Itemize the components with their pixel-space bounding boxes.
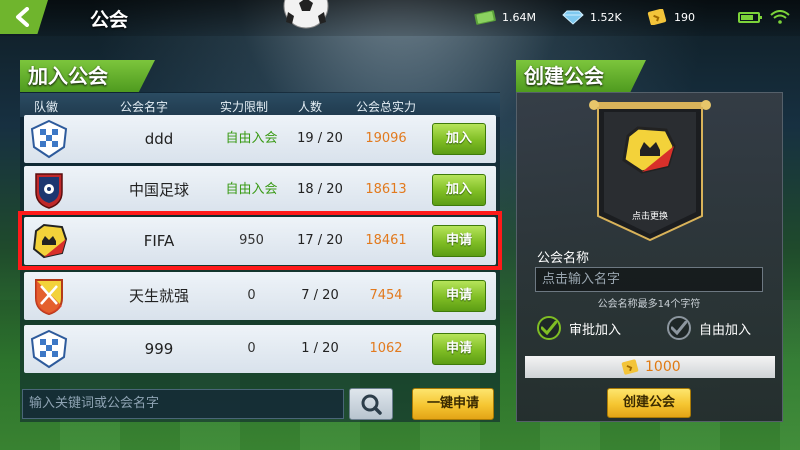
top-bar: 公会 1.64M 1.52K 190 xyxy=(0,0,800,36)
create-cost: 1000 xyxy=(620,356,681,378)
search-input[interactable]: 输入关键词或公会名字 xyxy=(22,389,344,419)
power-limit: 自由入会 xyxy=(225,131,278,146)
col-members: 人数 xyxy=(298,100,323,114)
col-guild-name: 公会名字 xyxy=(120,100,169,114)
guild-name-hint: 公会名称最多14个字符 xyxy=(597,299,701,310)
create-guild-button[interactable]: 创建公会 xyxy=(607,388,691,418)
guild-name-input[interactable]: 点击输入名字 xyxy=(535,267,763,292)
member-count: 19 / 20 xyxy=(297,131,343,146)
total-power: 1062 xyxy=(369,341,403,356)
create-guild-title: 创建公会 xyxy=(516,60,646,92)
guild-row[interactable]: 999 0 1 / 20 1062 申请 xyxy=(24,325,496,373)
one-key-apply-button[interactable]: 一键申请 xyxy=(412,388,494,420)
guild-row[interactable]: 天生就强 0 7 / 20 7454 申请 xyxy=(24,272,496,320)
checkmark-icon[interactable] xyxy=(667,316,691,340)
power-limit: 0 xyxy=(247,288,256,303)
navy-red-shield-badge xyxy=(35,173,63,209)
change-emblem-hint: 点击更换 xyxy=(631,212,668,222)
diamond-icon xyxy=(562,10,584,25)
ticket-value: 190 xyxy=(674,10,695,24)
cash-value: 1.64M xyxy=(502,10,536,24)
guild-list-header: 队徽 公会名字 实力限制 人数 公会总实力 xyxy=(20,93,500,117)
search-button[interactable] xyxy=(349,388,393,420)
apply-button[interactable]: 申请 xyxy=(432,280,486,312)
battery-icon xyxy=(738,11,762,23)
cash-resource: 1.64M xyxy=(474,9,536,25)
cost-value: 1000 xyxy=(645,359,681,375)
apply-button[interactable]: 申请 xyxy=(432,333,486,365)
member-count: 7 / 20 xyxy=(301,288,339,303)
diamond-resource: 1.52K xyxy=(562,9,622,25)
back-button[interactable] xyxy=(0,0,48,34)
guild-name: 999 xyxy=(144,340,174,358)
diamond-value: 1.52K xyxy=(590,10,622,24)
page-title: 公会 xyxy=(90,9,129,31)
ticket-icon xyxy=(647,9,667,25)
back-arrow-icon xyxy=(16,7,29,27)
ticket-icon xyxy=(621,359,639,375)
col-total-power: 公会总实力 xyxy=(356,100,417,114)
join-button[interactable]: 加入 xyxy=(432,123,486,155)
cash-icon xyxy=(474,10,496,25)
ticket-resource: 190 xyxy=(646,9,695,25)
guild-emblem-banner[interactable] xyxy=(588,98,712,244)
member-count: 18 / 20 xyxy=(297,182,343,197)
join-button[interactable]: 加入 xyxy=(432,174,486,206)
col-power-limit: 实力限制 xyxy=(220,100,269,114)
free-join-label: 自由加入 xyxy=(699,322,752,338)
selected-row-highlight xyxy=(18,211,502,270)
guild-row[interactable]: 中国足球 自由入会 18 / 20 18613 加入 xyxy=(24,166,496,214)
search-icon xyxy=(361,394,382,415)
join-guild-title: 加入公会 xyxy=(20,60,155,92)
soccer-ball-icon xyxy=(283,0,329,29)
wifi-icon xyxy=(770,10,790,24)
total-power: 7454 xyxy=(369,288,403,303)
approval-join-option[interactable]: 审批加入 xyxy=(537,316,621,340)
total-power: 18613 xyxy=(365,182,407,197)
crossed-swords-badge xyxy=(35,279,63,316)
guild-name: 中国足球 xyxy=(128,181,189,199)
total-power: 19096 xyxy=(365,131,407,146)
col-badge: 队徽 xyxy=(34,100,59,114)
power-limit: 0 xyxy=(247,341,256,356)
guild-name-label: 公会名称 xyxy=(537,251,590,266)
blue-check-shield-badge xyxy=(30,329,68,369)
guild-row[interactable]: ddd 自由入会 19 / 20 19096 加入 xyxy=(24,115,496,163)
system-status xyxy=(738,10,790,24)
member-count: 1 / 20 xyxy=(301,341,339,356)
approval-join-label: 审批加入 xyxy=(569,322,622,338)
guild-name: ddd xyxy=(144,130,174,148)
checkmark-icon[interactable] xyxy=(537,316,561,340)
guild-name: 天生就强 xyxy=(128,287,189,305)
power-limit: 自由入会 xyxy=(225,182,278,197)
blue-check-shield-badge xyxy=(30,119,68,159)
free-join-option[interactable]: 自由加入 xyxy=(667,316,751,340)
